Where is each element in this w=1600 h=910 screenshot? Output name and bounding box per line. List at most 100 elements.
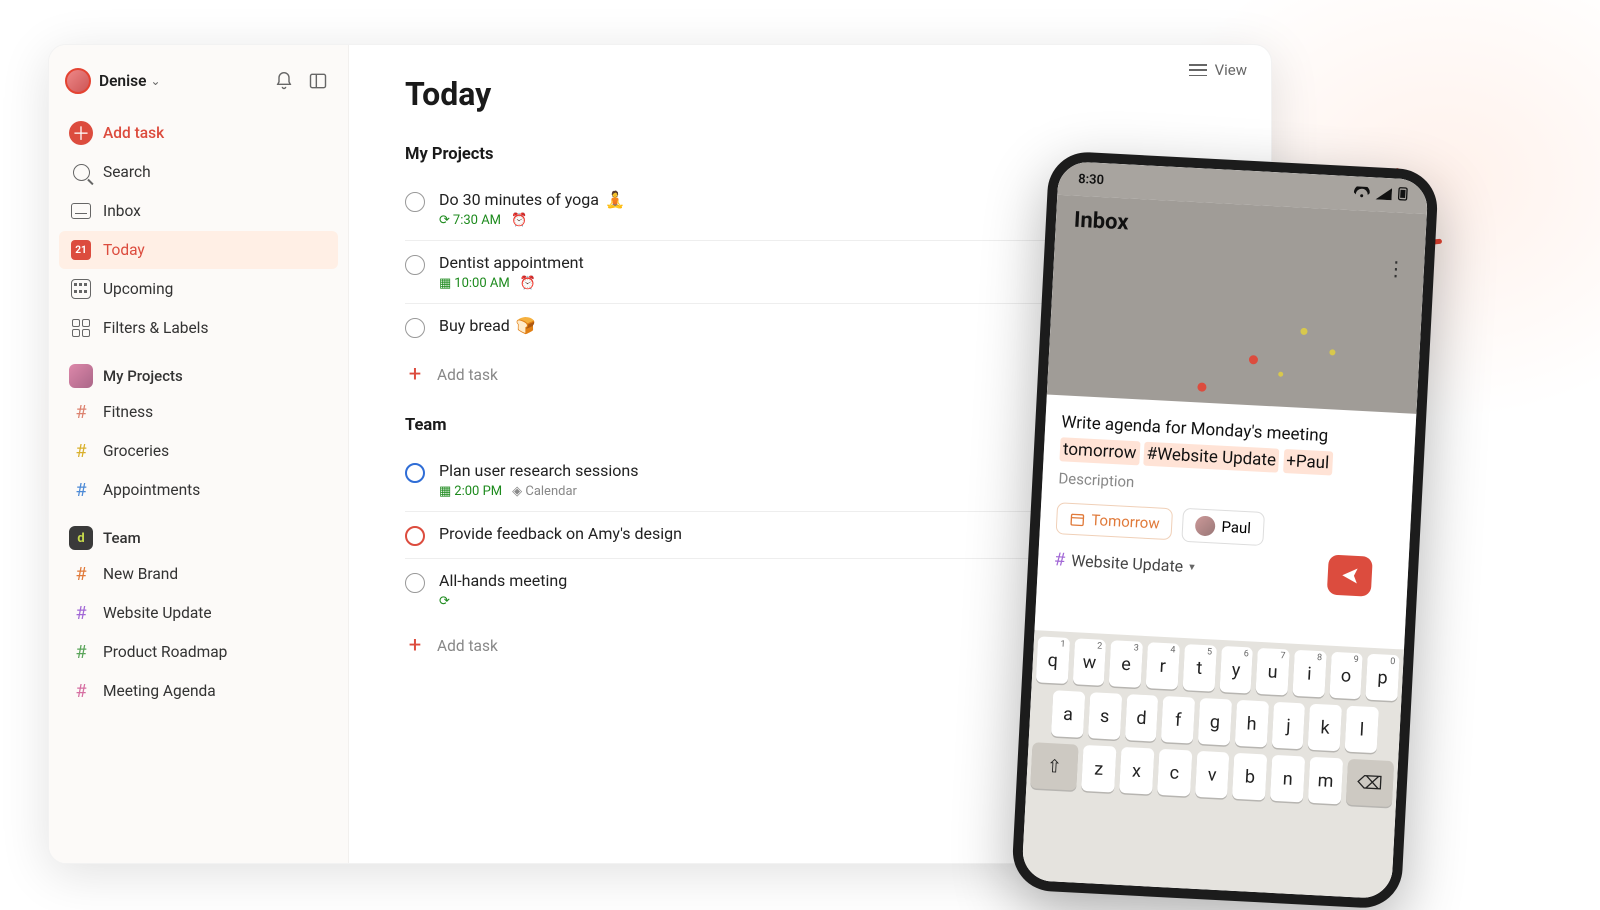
key[interactable]: i8 (1292, 650, 1326, 698)
section-label: Team (103, 529, 141, 547)
sidebar-label: Inbox (103, 202, 141, 220)
backspace-key[interactable]: ⌫ (1346, 759, 1394, 807)
chevron-down-icon[interactable]: ⌄ (150, 74, 160, 88)
section-my-projects[interactable]: My Projects (59, 348, 338, 392)
key[interactable]: z (1081, 745, 1116, 793)
sidebar-label: Search (103, 163, 151, 181)
task-time: ▦ 2:00 PM (439, 484, 502, 499)
phone-hero: Inbox ⋮ (1047, 195, 1427, 414)
chip-tomorrow[interactable]: Tomorrow (1056, 503, 1174, 541)
key[interactable]: l (1345, 706, 1379, 754)
hash-icon: # (75, 642, 86, 663)
key[interactable]: f (1161, 696, 1195, 744)
key[interactable]: t5 (1182, 644, 1216, 692)
sidebar-item-search[interactable]: Search (59, 153, 338, 191)
compose-text[interactable]: Write agenda for Monday's meeting tomorr… (1059, 409, 1399, 481)
key[interactable]: r4 (1146, 642, 1180, 690)
sidebar-item-today[interactable]: 21 Today (59, 231, 338, 269)
task-checkbox[interactable] (405, 255, 425, 275)
key[interactable]: a (1051, 690, 1085, 738)
hash-icon: # (75, 681, 86, 702)
user-name[interactable]: Denise (99, 72, 146, 90)
task-checkbox[interactable] (405, 192, 425, 212)
sidebar-project-item[interactable]: #Groceries (59, 432, 338, 470)
key[interactable]: c (1157, 749, 1192, 797)
plus-icon: + (405, 364, 425, 386)
task-checkbox[interactable] (405, 463, 425, 483)
my-projects-avatar (69, 364, 93, 388)
key[interactable]: h (1235, 700, 1269, 748)
user-avatar[interactable] (65, 68, 91, 94)
sidebar: Denise ⌄ ＋ Add task Search Inbox 21 Toda… (49, 45, 349, 863)
task-checkbox[interactable] (405, 573, 425, 593)
key[interactable]: k (1308, 704, 1342, 752)
task-checkbox[interactable] (405, 526, 425, 546)
add-task-button[interactable]: ＋ Add task (59, 114, 338, 152)
ql-assignee[interactable]: +Paul (1283, 449, 1333, 476)
sidebar-toggle-icon[interactable] (304, 67, 332, 95)
key[interactable]: v (1195, 751, 1230, 799)
hash-icon: # (1054, 549, 1066, 571)
key[interactable]: g (1198, 698, 1232, 746)
add-task-label: Add task (437, 637, 498, 655)
send-button[interactable] (1327, 554, 1373, 596)
key[interactable]: n (1270, 755, 1305, 803)
project-selector[interactable]: Website Update (1071, 551, 1184, 576)
chip-paul[interactable]: Paul (1182, 508, 1265, 546)
phone-keyboard[interactable]: q1w2e3r4t5y6u7i8o9p0 asdfghjkl ⇧ zxcvbnm… (1021, 630, 1404, 899)
chevron-down-icon[interactable]: ▾ (1189, 561, 1195, 574)
section-label: My Projects (103, 367, 183, 385)
ql-project[interactable]: #Website Update (1143, 442, 1280, 473)
alarm-icon: ⏰ (511, 213, 527, 228)
key[interactable]: q1 (1036, 636, 1070, 684)
sliders-icon (1189, 63, 1207, 77)
avatar-icon (1195, 516, 1216, 537)
project-label: Meeting Agenda (103, 682, 216, 700)
calendar-upcoming-icon (71, 279, 91, 299)
task-label: ◈ Calendar (512, 484, 577, 499)
key[interactable]: p0 (1366, 654, 1400, 702)
project-label: New Brand (103, 565, 178, 583)
sidebar-item-upcoming[interactable]: Upcoming (59, 270, 338, 308)
project-label: Fitness (103, 403, 153, 421)
key[interactable]: x (1119, 747, 1154, 795)
key[interactable]: b (1232, 753, 1267, 801)
calendar-today-icon: 21 (71, 240, 91, 260)
ql-date[interactable]: tomorrow (1059, 437, 1140, 465)
key[interactable]: y6 (1219, 646, 1253, 694)
sidebar-project-item[interactable]: #Product Roadmap (59, 633, 338, 671)
repeat-icon: ⟳ (439, 213, 450, 228)
key[interactable]: j (1271, 702, 1305, 750)
key[interactable]: d (1124, 694, 1158, 742)
calendar-icon: ▦ (439, 484, 451, 499)
key[interactable]: u7 (1256, 648, 1290, 696)
phone-clock: 8:30 (1078, 171, 1105, 187)
task-time: ▦ 10:00 AM (439, 276, 510, 291)
sidebar-project-item[interactable]: # Fitness (59, 393, 338, 431)
kebab-icon[interactable]: ⋮ (1385, 256, 1406, 281)
sidebar-project-item[interactable]: #Appointments (59, 471, 338, 509)
key[interactable]: m (1308, 757, 1343, 805)
project-label: Appointments (103, 481, 200, 499)
hash-icon: # (75, 564, 86, 585)
sidebar-project-item[interactable]: # Meeting Agenda (59, 672, 338, 710)
phone-inbox-title: Inbox (1073, 208, 1408, 250)
sidebar-project-item[interactable]: #Website Update (59, 594, 338, 632)
phone-mockup: 8:30 Inbox ⋮ Write agenda for Monday's m… (1011, 150, 1439, 909)
inbox-icon (71, 203, 91, 219)
add-task-label: Add task (437, 366, 498, 384)
section-team[interactable]: d Team (59, 510, 338, 554)
sidebar-item-filters[interactable]: Filters & Labels (59, 309, 338, 347)
key[interactable]: s (1088, 692, 1122, 740)
shift-key[interactable]: ⇧ (1030, 742, 1078, 790)
add-task-label: Add task (103, 124, 164, 142)
sidebar-project-item[interactable]: # New Brand (59, 555, 338, 593)
hash-icon: # (75, 402, 86, 423)
key[interactable]: e3 (1109, 640, 1143, 688)
task-checkbox[interactable] (405, 318, 425, 338)
sidebar-item-inbox[interactable]: Inbox (59, 192, 338, 230)
key[interactable]: w2 (1072, 638, 1106, 686)
bell-icon[interactable] (270, 67, 298, 95)
key[interactable]: o9 (1329, 652, 1363, 700)
view-button[interactable]: View (1189, 61, 1247, 79)
